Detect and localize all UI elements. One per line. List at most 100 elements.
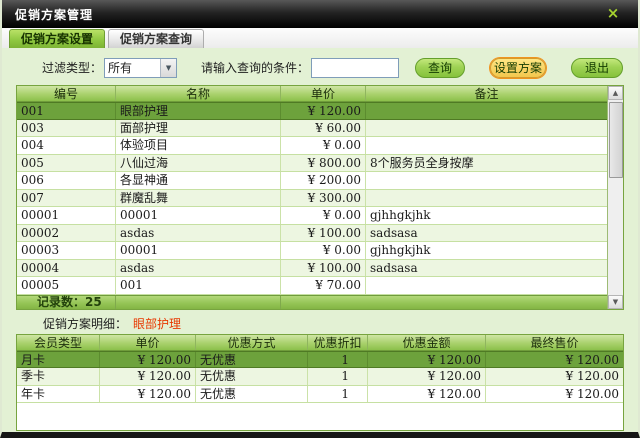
cell-remark bbox=[365, 103, 607, 119]
column-header-discount-rate[interactable]: 优惠折扣 bbox=[307, 335, 367, 350]
table-row[interactable]: 007 群魔乱舞 ¥ 300.00 bbox=[17, 190, 607, 208]
exit-button[interactable]: 退出 bbox=[571, 58, 623, 78]
detail-grid-header: 会员类型 单价 优惠方式 优惠折扣 优惠金额 最终售价 bbox=[17, 335, 623, 351]
tab-promotion-query[interactable]: 促销方案查询 bbox=[108, 29, 204, 48]
cell-remark bbox=[365, 137, 607, 154]
cell-name: asdas bbox=[115, 260, 280, 277]
cell-discount-method: 无优惠 bbox=[195, 352, 307, 368]
cell-name: 八仙过海 bbox=[115, 155, 280, 172]
table-row[interactable]: 001 眼部护理 ¥ 120.00 bbox=[17, 102, 607, 120]
cell-final-price: ¥ 120.00 bbox=[485, 386, 623, 403]
cell-name: 各显神通 bbox=[115, 172, 280, 189]
cell-number: 00004 bbox=[17, 260, 115, 277]
plans-grid-body: 001 眼部护理 ¥ 120.00 003 面部护理 ¥ 60.00 004 体… bbox=[17, 102, 607, 295]
table-row[interactable]: 004 体验项目 ¥ 0.00 bbox=[17, 137, 607, 155]
cell-price: ¥ 0.00 bbox=[280, 207, 365, 224]
filter-type-value: 所有 bbox=[105, 59, 160, 76]
cell-unit-price: ¥ 120.00 bbox=[99, 368, 195, 385]
query-button[interactable]: 查询 bbox=[415, 58, 465, 78]
column-header-name[interactable]: 名称 bbox=[115, 86, 280, 101]
window-title: 促销方案管理 bbox=[2, 6, 93, 23]
query-condition-input[interactable] bbox=[311, 58, 399, 78]
cell-name: 001 bbox=[115, 277, 280, 294]
table-row[interactable]: 00001 00001 ¥ 0.00 gjhhgkjhk bbox=[17, 207, 607, 225]
cell-remark: sadsasa bbox=[365, 225, 607, 242]
scroll-up-icon[interactable]: ▲ bbox=[608, 86, 623, 100]
footer-divider bbox=[280, 296, 281, 309]
table-row[interactable]: 00004 asdas ¥ 100.00 sadsasa bbox=[17, 260, 607, 278]
cell-unit-price: ¥ 120.00 bbox=[99, 352, 195, 368]
cell-member-type: 年卡 bbox=[17, 386, 99, 403]
record-count: 记录数：25 bbox=[37, 295, 102, 309]
cell-number: 007 bbox=[17, 190, 115, 207]
cell-number: 00005 bbox=[17, 277, 115, 294]
cell-discount-amount: ¥ 120.00 bbox=[367, 386, 485, 403]
detail-plan-name: 眼部护理 bbox=[133, 317, 181, 331]
column-header-unit-price[interactable]: 单价 bbox=[99, 335, 195, 350]
cell-member-type: 月卡 bbox=[17, 352, 99, 368]
cell-name: asdas bbox=[115, 225, 280, 242]
setup-plan-button[interactable]: 设置方案 bbox=[490, 58, 546, 78]
cell-name: 体验项目 bbox=[115, 137, 280, 154]
tab-bar: 促销方案设置 促销方案查询 bbox=[2, 28, 638, 48]
cell-remark: gjhhgkjhk bbox=[365, 207, 607, 224]
cell-name: 眼部护理 bbox=[115, 103, 280, 119]
plans-grid: 编号 名称 单价 备注 001 眼部护理 ¥ 120.00 003 bbox=[16, 85, 624, 310]
cell-price: ¥ 70.00 bbox=[280, 277, 365, 294]
detail-row[interactable]: 月卡 ¥ 120.00 无优惠 1 ¥ 120.00 ¥ 120.00 bbox=[17, 351, 623, 369]
column-header-discount-amount[interactable]: 优惠金额 bbox=[367, 335, 485, 350]
scrollbar-thumb[interactable] bbox=[609, 102, 623, 178]
column-header-number[interactable]: 编号 bbox=[17, 86, 115, 101]
table-row[interactable]: 00002 asdas ¥ 100.00 sadsasa bbox=[17, 225, 607, 243]
table-row[interactable]: 003 面部护理 ¥ 60.00 bbox=[17, 120, 607, 138]
detail-label-row: 促销方案明细： 眼部护理 bbox=[16, 316, 624, 332]
column-header-member-type[interactable]: 会员类型 bbox=[17, 335, 99, 350]
cell-name: 群魔乱舞 bbox=[115, 190, 280, 207]
cell-number: 00002 bbox=[17, 225, 115, 242]
promotion-management-window: 促销方案管理 × 促销方案设置 促销方案查询 过滤类型： 所有 ▼ 请输入查询的… bbox=[0, 0, 640, 438]
cell-remark bbox=[365, 120, 607, 137]
title-bar: 促销方案管理 × bbox=[2, 0, 638, 28]
query-condition-label: 请输入查询的条件： bbox=[201, 59, 309, 76]
footer-divider bbox=[115, 296, 116, 309]
chevron-down-icon[interactable]: ▼ bbox=[160, 59, 176, 77]
filter-row: 过滤类型： 所有 ▼ 请输入查询的条件： 查询 设置方案 退出 bbox=[16, 57, 624, 78]
detail-row[interactable]: 季卡 ¥ 120.00 无优惠 1 ¥ 120.00 ¥ 120.00 bbox=[17, 368, 623, 386]
cell-name: 00001 bbox=[115, 242, 280, 259]
column-header-remark[interactable]: 备注 bbox=[365, 86, 607, 101]
cell-remark bbox=[365, 172, 607, 189]
cell-price: ¥ 300.00 bbox=[280, 190, 365, 207]
vertical-scrollbar[interactable]: ▲ ▼ bbox=[607, 86, 623, 309]
detail-grid: 会员类型 单价 优惠方式 优惠折扣 优惠金额 最终售价 月卡 ¥ 120.00 … bbox=[16, 334, 624, 431]
cell-final-price: ¥ 120.00 bbox=[485, 368, 623, 385]
cell-discount-rate: 1 bbox=[307, 386, 367, 403]
tab-promotion-settings[interactable]: 促销方案设置 bbox=[9, 29, 105, 48]
table-row[interactable]: 00003 00001 ¥ 0.00 gjhhgkjhk bbox=[17, 242, 607, 260]
cell-number: 005 bbox=[17, 155, 115, 172]
cell-number: 00001 bbox=[17, 207, 115, 224]
detail-row[interactable]: 年卡 ¥ 120.00 无优惠 1 ¥ 120.00 ¥ 120.00 bbox=[17, 386, 623, 404]
record-count-bar: 记录数：25 bbox=[17, 295, 607, 309]
column-header-final-price[interactable]: 最终售价 bbox=[485, 335, 623, 350]
cell-unit-price: ¥ 120.00 bbox=[99, 386, 195, 403]
cell-number: 001 bbox=[17, 103, 115, 119]
cell-discount-amount: ¥ 120.00 bbox=[367, 368, 485, 385]
cell-remark: gjhhgkjhk bbox=[365, 242, 607, 259]
cell-discount-amount: ¥ 120.00 bbox=[367, 352, 485, 368]
column-header-discount-method[interactable]: 优惠方式 bbox=[195, 335, 307, 350]
table-row[interactable]: 006 各显神通 ¥ 200.00 bbox=[17, 172, 607, 190]
detail-label: 促销方案明细： bbox=[43, 317, 127, 331]
filter-type-select[interactable]: 所有 ▼ bbox=[104, 58, 177, 78]
table-row[interactable]: 005 八仙过海 ¥ 800.00 8个服务员全身按摩 bbox=[17, 155, 607, 173]
table-row[interactable]: 00005 001 ¥ 70.00 bbox=[17, 277, 607, 295]
cell-price: ¥ 800.00 bbox=[280, 155, 365, 172]
cell-price: ¥ 0.00 bbox=[280, 137, 365, 154]
close-icon[interactable]: × bbox=[604, 4, 622, 22]
cell-discount-rate: 1 bbox=[307, 368, 367, 385]
cell-discount-method: 无优惠 bbox=[195, 368, 307, 385]
cell-number: 004 bbox=[17, 137, 115, 154]
cell-remark bbox=[365, 190, 607, 207]
cell-price: ¥ 100.00 bbox=[280, 225, 365, 242]
scroll-down-icon[interactable]: ▼ bbox=[608, 295, 623, 309]
column-header-price[interactable]: 单价 bbox=[280, 86, 365, 101]
